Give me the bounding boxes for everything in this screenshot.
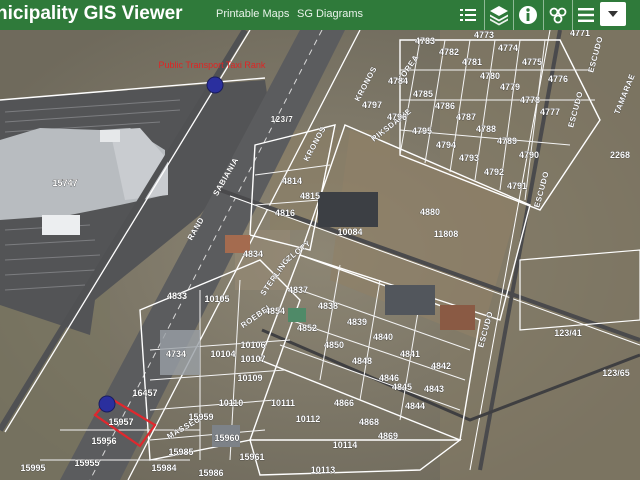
parcel-label: 10113 <box>311 465 336 475</box>
app-header: nicipality GIS Viewer Printable Maps SG … <box>0 0 640 30</box>
parcel-label: 4792 <box>484 167 504 177</box>
parcel-label: 4778 <box>520 95 540 105</box>
parcel-label: 10110 <box>219 398 244 408</box>
app-title: nicipality GIS Viewer <box>0 3 183 24</box>
parcel-label: 10114 <box>333 440 358 450</box>
location-marker[interactable] <box>98 395 116 413</box>
parcel-label: 4838 <box>318 301 338 311</box>
parcel-label: 15984 <box>151 463 176 473</box>
parcel-label: 15956 <box>91 436 116 446</box>
parcel-label: 10104 <box>210 349 235 359</box>
parcel-label: 4789 <box>497 136 517 146</box>
parcel-label: 4868 <box>359 417 379 427</box>
parcel-label: 15957 <box>108 417 133 427</box>
layers-icon[interactable] <box>486 2 512 28</box>
parcel-label: 4783 <box>415 36 435 46</box>
parcel-label: 4775 <box>522 57 542 67</box>
parcel-label: 4782 <box>439 47 459 57</box>
parcel-label: 123/65 <box>602 368 630 378</box>
parcel-label: 4814 <box>282 176 302 186</box>
parcel-label: 4797 <box>362 100 382 110</box>
parcel-label: 4794 <box>436 140 456 150</box>
parcel-label: 4866 <box>334 398 354 408</box>
parcel-label: 10084 <box>337 227 362 237</box>
parcel-label: 4786 <box>435 101 455 111</box>
sg-diagrams-link[interactable]: SG Diagrams <box>297 8 363 20</box>
parcel-label: 4850 <box>324 340 344 350</box>
parcel-label: 10109 <box>237 373 262 383</box>
parcel-label: 4880 <box>420 207 440 217</box>
parcel-label: 4784 <box>388 76 408 86</box>
parcel-label: 10107 <box>240 354 265 364</box>
parcel-label: 4777 <box>540 107 560 117</box>
parcel-label: 4869 <box>378 431 398 441</box>
parcel-label: 15955 <box>74 458 99 468</box>
parcel-label: 10106 <box>240 340 265 350</box>
parcel-label: 123/41 <box>554 328 582 338</box>
toolbar-divider <box>484 0 485 30</box>
parcel-label: 4795 <box>412 126 432 136</box>
parcel-label: 4774 <box>498 43 518 53</box>
parcel-label: 4785 <box>413 89 433 99</box>
printable-maps-link[interactable]: Printable Maps <box>216 8 289 20</box>
parcel-label: 15995 <box>20 463 45 473</box>
parcel-label: 4844 <box>405 401 425 411</box>
parcel-label: 4776 <box>548 74 568 84</box>
parcel-label: 4839 <box>347 317 367 327</box>
parcel-label: 15959 <box>188 412 213 422</box>
parcel-label: 15961 <box>239 452 264 462</box>
parcel-label: 10105 <box>204 294 229 304</box>
parcel-label: 4773 <box>474 30 494 40</box>
parcel-label: 15986 <box>198 468 223 478</box>
parcel-label: 4793 <box>459 153 479 163</box>
parcel-label: 4842 <box>431 361 451 371</box>
parcel-label: 4780 <box>480 71 500 81</box>
road-label: 123/7 <box>271 115 294 124</box>
mall-building <box>42 215 80 235</box>
map-view[interactable]: Public Transport Taxi Rank 123/7 SABIANI… <box>0 30 640 480</box>
parcel-label: 4854 <box>265 306 285 316</box>
parcel-label: 4815 <box>300 191 320 201</box>
layer-list-icon[interactable] <box>455 2 481 28</box>
parcel-label: 15985 <box>168 447 193 457</box>
parcel-label: 16457 <box>132 388 157 398</box>
parcel-label: 4781 <box>462 57 482 67</box>
parcel-label: 4843 <box>424 384 444 394</box>
dropdown-select[interactable] <box>600 2 626 26</box>
parcel-label: 4787 <box>456 112 476 122</box>
parcel-label: 4834 <box>243 249 263 259</box>
parcel-label: 10111 <box>271 398 295 408</box>
parcel-label: 4845 <box>392 382 412 392</box>
basemap-gallery-icon[interactable] <box>545 2 571 28</box>
dropdown-caret-icon <box>608 11 618 17</box>
parcel-label: 4833 <box>167 291 187 301</box>
parcel-label: 4734 <box>166 349 186 359</box>
taxi-rank-marker[interactable] <box>206 76 224 94</box>
toolbar-divider <box>513 0 514 30</box>
parcel-label: 11808 <box>434 229 459 239</box>
parcel-label: 4852 <box>297 323 317 333</box>
parcel-label: 4790 <box>519 150 539 160</box>
mall-building <box>100 130 120 142</box>
parcel-label: 2268 <box>610 150 630 160</box>
parcel-label: 4841 <box>400 349 420 359</box>
parcel-label: 4771 <box>570 30 590 38</box>
parcel-label: 4788 <box>476 124 496 134</box>
parcel-label: 4816 <box>275 208 295 218</box>
parcel-label: 10112 <box>296 414 321 424</box>
parcel-label: 4848 <box>352 356 372 366</box>
parcel-label: 4837 <box>288 285 308 295</box>
parcel-label: 4840 <box>373 332 393 342</box>
info-icon[interactable] <box>515 2 541 28</box>
parcel-label: 4796 <box>387 112 407 122</box>
map-canvas: Public Transport Taxi Rank 123/7 SABIANI… <box>0 30 640 480</box>
parcel-label: 4779 <box>500 82 520 92</box>
taxi-rank-annotation: Public Transport Taxi Rank <box>159 60 266 70</box>
toolbar-divider <box>543 0 544 30</box>
menu-icon[interactable] <box>573 2 599 28</box>
parcel-label: 15747 <box>52 178 77 188</box>
parcel-label: 4791 <box>507 181 527 191</box>
parcel-label: 15960 <box>214 433 239 443</box>
